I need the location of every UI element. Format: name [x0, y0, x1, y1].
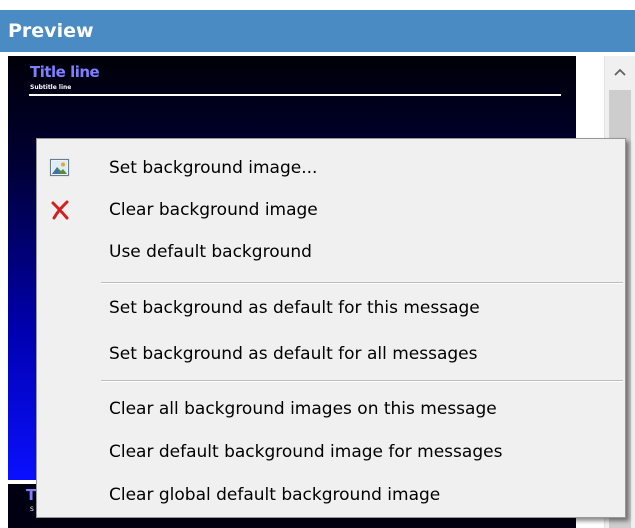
- menu-item-label: Set background image...: [109, 158, 318, 178]
- context-menu: Set background image... Clear background…: [36, 138, 626, 518]
- preview-panel: Preview Title line Subtitle line T S Set…: [0, 0, 635, 528]
- menu-separator: [101, 380, 623, 382]
- panel-title: Preview: [8, 20, 94, 42]
- preview-divider: [29, 94, 561, 96]
- menu-item-set-default-all-messages[interactable]: Set background as default for all messag…: [39, 335, 623, 373]
- menu-item-label: Set background as default for all messag…: [109, 344, 478, 364]
- menu-item-label: Use default background: [109, 242, 312, 262]
- preview-title-line: Title line: [30, 63, 100, 81]
- menu-item-set-background-image[interactable]: Set background image...: [39, 149, 623, 187]
- menu-item-label: Set background as default for this messa…: [109, 298, 480, 318]
- menu-item-label: Clear default background image for messa…: [109, 442, 503, 462]
- menu-item-clear-all-this-message[interactable]: Clear all background images on this mess…: [39, 390, 623, 428]
- menu-item-clear-background-image[interactable]: Clear background image: [39, 191, 623, 229]
- menu-item-label: Clear global default background image: [109, 485, 441, 505]
- menu-item-clear-default-for-messages[interactable]: Clear default background image for messa…: [39, 433, 623, 471]
- red-x-icon: [49, 199, 71, 221]
- menu-separator: [101, 282, 623, 284]
- preview-subtitle-line: Subtitle line: [30, 84, 72, 91]
- next-preview-title: T: [26, 486, 37, 504]
- panel-header: Preview: [0, 10, 635, 52]
- next-preview-subtitle: S: [30, 506, 34, 513]
- scroll-up-icon[interactable]: [605, 56, 635, 88]
- menu-item-set-default-this-message[interactable]: Set background as default for this messa…: [39, 289, 623, 327]
- menu-item-clear-global-default[interactable]: Clear global default background image: [39, 476, 623, 514]
- menu-item-use-default-background[interactable]: Use default background: [39, 233, 623, 271]
- menu-item-label: Clear background image: [109, 200, 318, 220]
- menu-item-label: Clear all background images on this mess…: [109, 399, 497, 419]
- picture-icon: [49, 157, 71, 179]
